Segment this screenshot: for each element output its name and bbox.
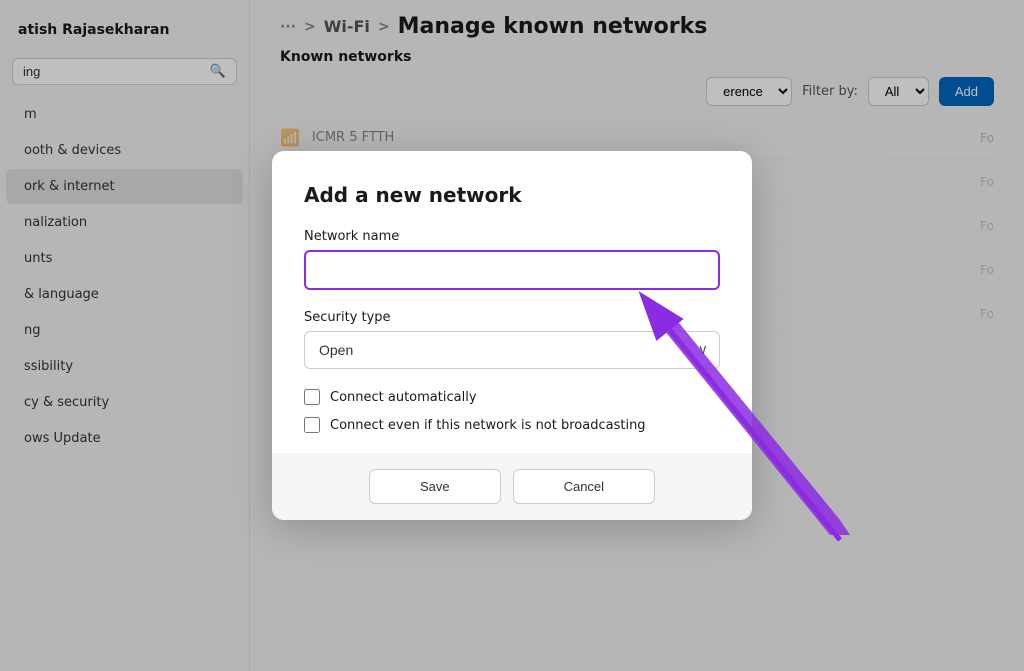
dialog-overlay: Add a new network Network name Security …	[0, 0, 1024, 671]
connect-broadcast-checkbox[interactable]	[304, 417, 320, 433]
connect-auto-label[interactable]: Connect automatically	[330, 390, 477, 405]
add-network-dialog: Add a new network Network name Security …	[272, 151, 752, 520]
security-select-wrapper: Open WPA2-Personal WPA3-Personal WEP ∨	[304, 331, 720, 369]
dialog-title: Add a new network	[304, 183, 720, 207]
connect-broadcast-label[interactable]: Connect even if this network is not broa…	[330, 418, 646, 433]
cancel-button[interactable]: Cancel	[513, 469, 655, 504]
security-type-select[interactable]: Open WPA2-Personal WPA3-Personal WEP	[304, 331, 720, 369]
connect-auto-checkbox[interactable]	[304, 389, 320, 405]
network-name-field-label: Network name	[304, 229, 720, 244]
connect-broadcast-row: Connect even if this network is not broa…	[304, 417, 720, 433]
network-name-field[interactable]	[304, 250, 720, 290]
connect-auto-row: Connect automatically	[304, 389, 720, 405]
save-button[interactable]: Save	[369, 469, 501, 504]
dialog-footer: Save Cancel	[272, 453, 752, 520]
security-type-label: Security type	[304, 310, 720, 325]
